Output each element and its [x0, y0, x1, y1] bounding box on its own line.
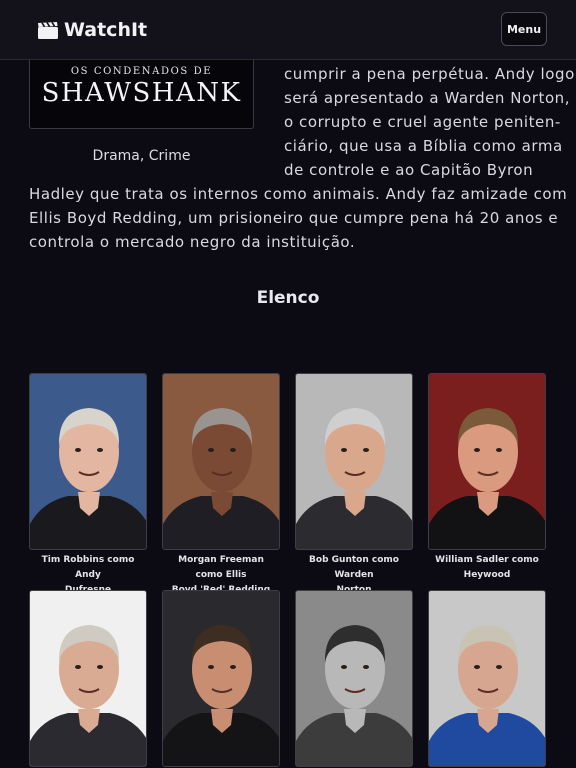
poster-top-text: OS CONDENADOS DE: [70, 66, 213, 77]
synopsis-line: será apresentado a Warden Norton,: [284, 89, 571, 107]
synopsis-line: o corrupto e cruel agente peniten-: [284, 113, 561, 131]
synopsis-line: ciário, que usa a Bíblia como arma: [284, 137, 563, 155]
cast-card[interactable]: William Sadler como Heywood: [428, 373, 546, 583]
synopsis-line: controla o mercado negro da instituição.: [29, 233, 356, 251]
cast-photo[interactable]: [428, 373, 546, 550]
portrait-image: [296, 374, 412, 549]
synopsis-line: Ellis Boyd Redding, um prisioneiro que c…: [29, 209, 559, 227]
cast-photo[interactable]: [428, 590, 546, 767]
movie-genres: Drama, Crime: [92, 148, 191, 164]
clapperboard-icon: [38, 21, 58, 39]
portrait-image: [296, 591, 412, 766]
top-navbar: WatchIt Menu: [0, 0, 576, 60]
menu-button[interactable]: Menu: [501, 12, 547, 46]
synopsis-line: cumprir a pena perpétua. Andy logo: [284, 65, 575, 83]
cast-caption-line: Morgan Freeman como Ellis: [178, 555, 264, 580]
synopsis-line: Hadley que trata os internos como animai…: [29, 185, 568, 203]
cast-photo[interactable]: [295, 373, 413, 550]
cast-card[interactable]: Morgan Freeman como Ellis Boyd 'Red' Redd…: [162, 373, 280, 598]
synopsis-line: de controle e ao Capitão Byron: [284, 161, 534, 179]
cast-photo[interactable]: [29, 590, 147, 767]
cast-caption-line: Tim Robbins como Andy: [41, 555, 135, 580]
cast-caption-line: Heywood: [463, 570, 511, 580]
cast-photo[interactable]: [29, 373, 147, 550]
brand-name: WatchIt: [64, 19, 148, 41]
portrait-image: [30, 591, 146, 766]
poster-title-text: SHAWSHANK: [41, 78, 242, 108]
cast-heading: Elenco: [256, 288, 320, 308]
cast-card[interactable]: [428, 590, 546, 768]
portrait-image: [163, 591, 279, 766]
cast-caption-line: Bob Gunton como Warden: [309, 555, 399, 580]
cast-card[interactable]: Bob Gunton como Warden Norton: [295, 373, 413, 598]
cast-photo[interactable]: [162, 590, 280, 767]
cast-photo[interactable]: [295, 590, 413, 767]
cast-card[interactable]: [162, 590, 280, 768]
portrait-image: [30, 374, 146, 549]
brand-logo[interactable]: WatchIt: [38, 16, 147, 44]
cast-card[interactable]: [295, 590, 413, 768]
cast-card[interactable]: Tim Robbins como Andy Dufresne: [29, 373, 147, 598]
portrait-image: [429, 374, 545, 549]
cast-caption-line: William Sadler como: [435, 555, 539, 565]
portrait-image: [429, 591, 545, 766]
portrait-image: [163, 374, 279, 549]
cast-photo[interactable]: [162, 373, 280, 550]
cast-card[interactable]: [29, 590, 147, 768]
cast-caption: William Sadler como Heywood: [428, 553, 546, 583]
